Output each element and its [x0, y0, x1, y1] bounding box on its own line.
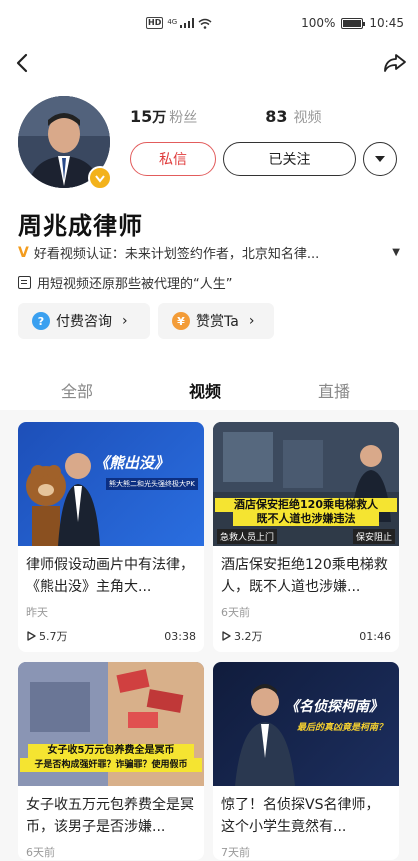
back-button[interactable] — [12, 52, 34, 74]
video-thumbnail: 《熊出没》 熊大熊二和光头强终极大PK — [18, 422, 204, 546]
video-card[interactable]: 《熊出没》 熊大熊二和光头强终极大PK 律师假设动画片中有法律，《熊出没》主角大… — [18, 422, 204, 652]
caret-down-icon — [375, 156, 385, 162]
video-thumbnail: 女子收5万元包养费全是冥币 子是否构成强奸罪？诈骗罪？使用假币 — [18, 662, 204, 786]
thumbnail-headline: 《名侦探柯南》 — [285, 699, 383, 715]
following-button[interactable]: 已关注 — [223, 142, 356, 176]
paid-consult-button[interactable]: ? 付费咨询 › — [18, 303, 150, 339]
certification-text: 好看视频认证：未来计划签约作者，北京知名律... — [33, 247, 320, 262]
network-indicator: HD 4G — [146, 17, 212, 29]
thumbnail-headline: 酒店保安拒绝120乘电梯救人 — [215, 498, 397, 512]
play-icon — [27, 631, 36, 641]
video-duration: 01:46 — [359, 629, 391, 643]
chevron-right-icon: › — [122, 313, 128, 329]
chevron-right-icon: › — [248, 313, 255, 329]
thumbnail-tag-right: 保安阻止 — [352, 529, 395, 544]
video-card[interactable]: 女子收5万元包养费全是冥币 子是否构成强奸罪？诈骗罪？使用假币 女子收五万元包养… — [18, 662, 204, 860]
verified-badge-icon — [88, 166, 112, 190]
video-thumbnail: 《名侦探柯南》 最后的真凶竟是柯南？ — [213, 662, 399, 786]
share-button[interactable] — [382, 50, 408, 76]
play-icon — [222, 631, 231, 641]
share-icon — [384, 54, 406, 72]
thumbnail-headline: 女子收5万元包养费全是冥币 — [28, 744, 194, 758]
play-count: 3.2万 — [221, 628, 263, 644]
thumbnail-tag-left: 急救人员上门 — [217, 529, 278, 544]
signal-icon: 4G — [167, 17, 195, 29]
question-icon: ? — [32, 312, 50, 330]
tip-button[interactable]: ¥ 赞赏Ta › — [158, 303, 274, 339]
thumbnail-subline: 子是否构成强奸罪？诈骗罪？使用假币 — [20, 758, 202, 772]
videos-stat[interactable]: 83 视频 — [265, 107, 321, 127]
profile-stats: 15万 粉丝 83 视频 — [130, 107, 322, 127]
video-card[interactable]: 《名侦探柯南》 最后的真凶竟是柯南？ 惊了！名侦探VS名律师，这个小学生竟然有.… — [213, 662, 399, 860]
video-date: 6天前 — [221, 606, 250, 619]
message-button[interactable]: 私信 — [130, 142, 216, 176]
certification-row[interactable]: V 好看视频认证：未来计划签约作者，北京知名律... ▼ — [18, 243, 400, 263]
coin-icon: ¥ — [172, 312, 190, 330]
profile-name: 周兆成律师 — [18, 212, 143, 240]
video-meta: 5.7万 03:38 — [18, 620, 204, 652]
status-right: 100% 10:45 — [301, 16, 404, 30]
tab-videos[interactable]: 视频 — [189, 378, 221, 402]
video-title: 惊了！名侦探VS名律师，这个小学生竟然有... — [221, 797, 380, 835]
followers-stat[interactable]: 15万 粉丝 — [130, 107, 197, 127]
video-date: 昨天 — [26, 606, 48, 619]
bio-row: 用短视频还原那些被代理的“人生” — [18, 273, 232, 292]
bio-text: 用短视频还原那些被代理的“人生” — [37, 277, 233, 292]
video-date: 7天前 — [221, 846, 250, 859]
verified-v-icon: V — [18, 244, 29, 261]
clock: 10:45 — [369, 16, 404, 30]
bio-icon — [18, 276, 31, 289]
video-meta: 3.2万 01:46 — [213, 620, 399, 652]
back-arrow-icon — [16, 53, 28, 73]
thumbnail-headline: 《熊出没》 — [94, 454, 170, 472]
status-bar: HD 4G 100% 10:45 — [0, 0, 418, 48]
battery-percent: 100% — [301, 16, 336, 30]
battery-icon — [341, 17, 366, 29]
wifi-icon — [198, 18, 212, 29]
video-title: 律师假设动画片中有法律，《熊出没》主角大... — [26, 557, 194, 595]
video-thumbnail: 酒店保安拒绝120乘电梯救人 既不人道也涉嫌违法 急救人员上门 保安阻止 — [213, 422, 399, 546]
video-duration: 03:38 — [164, 629, 196, 643]
video-date: 6天前 — [26, 846, 55, 859]
play-count: 5.7万 — [26, 628, 68, 644]
video-title: 酒店保安拒绝120乘电梯救人，既不人道也涉嫌... — [221, 557, 388, 595]
avatar[interactable] — [18, 96, 112, 190]
video-card[interactable]: 酒店保安拒绝120乘电梯救人 既不人道也涉嫌违法 急救人员上门 保安阻止 酒店保… — [213, 422, 399, 652]
tab-all[interactable]: 全部 — [61, 378, 93, 402]
more-dropdown-button[interactable] — [363, 142, 397, 176]
expand-caret-icon[interactable]: ▼ — [392, 247, 400, 258]
thumbnail-subline: 最后的真凶竟是柯南？ — [297, 723, 388, 733]
thumbnail-subline: 熊大熊二和光头强终极大PK — [106, 478, 198, 490]
video-title: 女子收五万元包养费全是冥币，该男子是否涉嫌... — [26, 797, 194, 835]
content-tabs: 全部 视频 直播 — [0, 378, 418, 402]
tab-live[interactable]: 直播 — [318, 378, 350, 402]
hd-icon: HD — [146, 17, 164, 29]
thumbnail-subline: 既不人道也涉嫌违法 — [233, 512, 379, 526]
